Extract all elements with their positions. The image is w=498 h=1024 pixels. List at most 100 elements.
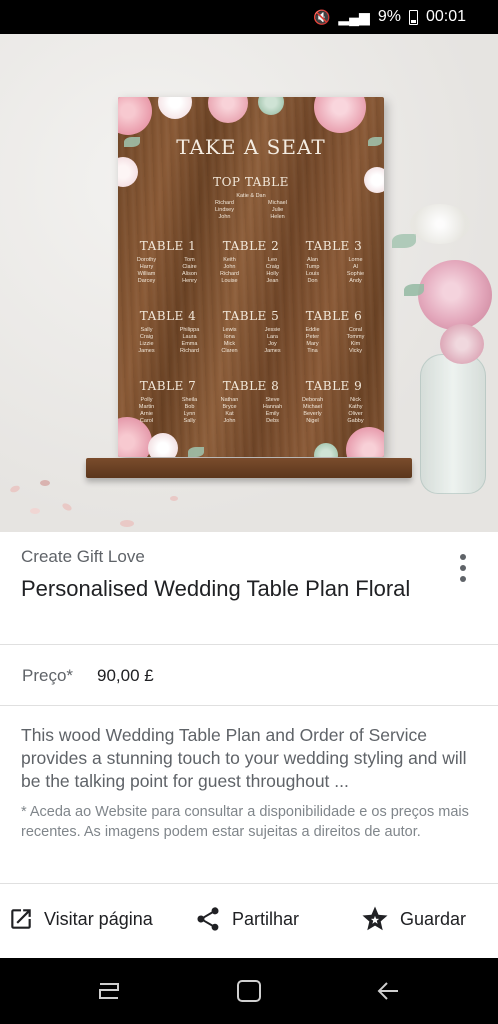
guest-name: Hannah [262,404,283,410]
product-image[interactable]: TAKE A SEAT TOP TABLE Katie & Dan Richar… [0,34,498,532]
guest-name: Arnie [140,411,153,417]
product-details-panel: Create Gift Love Personalised Wedding Ta… [0,532,498,958]
guest-name: Alan [306,257,318,263]
action-bar: Visitar página Partilhar Guardar [0,883,498,958]
share-button[interactable]: Partilhar [194,902,299,936]
guest-name: Laura [182,334,197,340]
battery-percent: 9% [377,8,401,25]
petal [40,480,50,486]
glass-vase [420,354,486,494]
guest-name: Nick [350,397,361,403]
guest-name: Michael [303,404,322,410]
guest-name: Sheila [181,397,198,403]
guest-name: Oliver [348,411,363,417]
table-heading: TABLE 5 [222,309,280,323]
guest-name: Mary [306,341,319,347]
guest-name: Kathy [348,404,363,410]
table-heading: TABLE 6 [305,309,363,323]
guest-name: Nigel [306,418,319,424]
guest-name: John [223,418,236,424]
seating-table-block: TABLE 3 Alan Lorne Tump Al Louis Sophie Don Andy [294,239,374,285]
guest-name: Craig [265,264,280,270]
more-vert-icon[interactable] [452,552,474,584]
sign-title: TAKE A SEAT [176,135,326,159]
petal [120,520,134,527]
petal [170,496,178,501]
seating-table-block: TABLE 7 Polly Sheila Martin Bob Arnie Lynn Caro… [128,379,208,425]
guest-name: Nathan [220,397,239,403]
table-heading: TABLE 7 [139,379,197,393]
guest-name: Tom [184,257,195,263]
guest-name: Peter [305,334,320,340]
top-table-block: TOP TABLE Katie & Dan Richard Michael Li… [201,175,301,221]
star-icon [362,906,388,931]
table-heading: TABLE 1 [139,239,197,253]
product-description: This wood Wedding Table Plan and Order o… [21,725,467,791]
guest-name: Vicky [348,348,363,354]
share-icon [197,907,219,931]
guest-name: Harry [139,264,154,270]
guest-name: Joy [268,341,277,347]
guest-name: Claire [182,264,197,270]
guest-name: Al [353,264,358,270]
guest-name: Andy [349,278,362,284]
status-time: 00:01 [425,8,466,25]
guest-name: Carol [139,418,154,424]
rose-decoration [440,324,484,364]
leaf-decoration [404,284,424,296]
seating-table-block: TABLE 2 Keith Leo John Craig Richard Holly Loui… [211,239,291,285]
home-icon[interactable] [234,978,264,1004]
guest-name: Beverly [303,411,322,417]
guest-name: Bryce [222,404,237,410]
guest-name: Tina [307,348,318,354]
table-heading: TABLE 4 [139,309,197,323]
guest-name: Darcey [137,278,156,284]
system-nav-bar [0,958,498,1024]
guest-name: Polly [140,397,153,403]
guest-name: John [218,214,231,220]
guest-name: Dorothy [136,257,157,263]
guest-name: Lynn [183,411,196,417]
guest-name: John [223,264,236,270]
guest-name: Emily [265,411,280,417]
guest-name: Lara [266,334,278,340]
status-bar: 🔇 ▂▄▆ 9% 00:01 [0,0,498,34]
guest-name: Philippa [179,327,200,333]
flower-decoration [148,433,178,457]
signal-icon: ▂▄▆ [338,8,370,25]
guest-name: Sally [183,418,196,424]
guest-name: Leo [267,257,278,263]
table-plan-sign: TAKE A SEAT TOP TABLE Katie & Dan Richar… [118,97,384,457]
guest-name: Sophie [346,271,365,277]
save-button[interactable]: Guardar [360,902,466,936]
guest-name: Richard [220,271,239,277]
visit-page-button[interactable]: Visitar página [8,902,153,936]
recent-apps-icon[interactable] [94,978,124,1004]
table-heading: TABLE 8 [222,379,280,393]
guest-name: Eddie [305,327,320,333]
open-in-new-icon [11,909,31,929]
guest-name: Richard [180,348,199,354]
guest-name: Sally [140,327,153,333]
guest-name: Keith [223,257,236,263]
back-icon[interactable] [374,978,404,1004]
guest-name: Lorne [348,257,363,263]
seating-table-block: TABLE 8 Nathan Steve Bryce Hannah Kat Emily Joh… [211,379,291,425]
guest-name: Emma [181,341,198,347]
guest-name: James [138,348,155,354]
rose-decoration [418,260,492,330]
guest-name: Don [307,278,318,284]
guest-name: Jessie [264,327,281,333]
share-label: Partilhar [232,908,300,929]
guest-name: Lewis [222,327,237,333]
visit-page-label: Visitar página [44,908,153,929]
petal [30,508,40,514]
price-label: Preço* [22,666,74,685]
save-label: Guardar [400,908,467,929]
guest-name: Debs [266,418,279,424]
battery-icon [408,9,418,25]
guest-name: Craig [139,334,154,340]
gypsophila-decoration [410,204,470,244]
guest-name: Louise [221,278,238,284]
source-site[interactable]: Create Gift Love [21,547,145,567]
